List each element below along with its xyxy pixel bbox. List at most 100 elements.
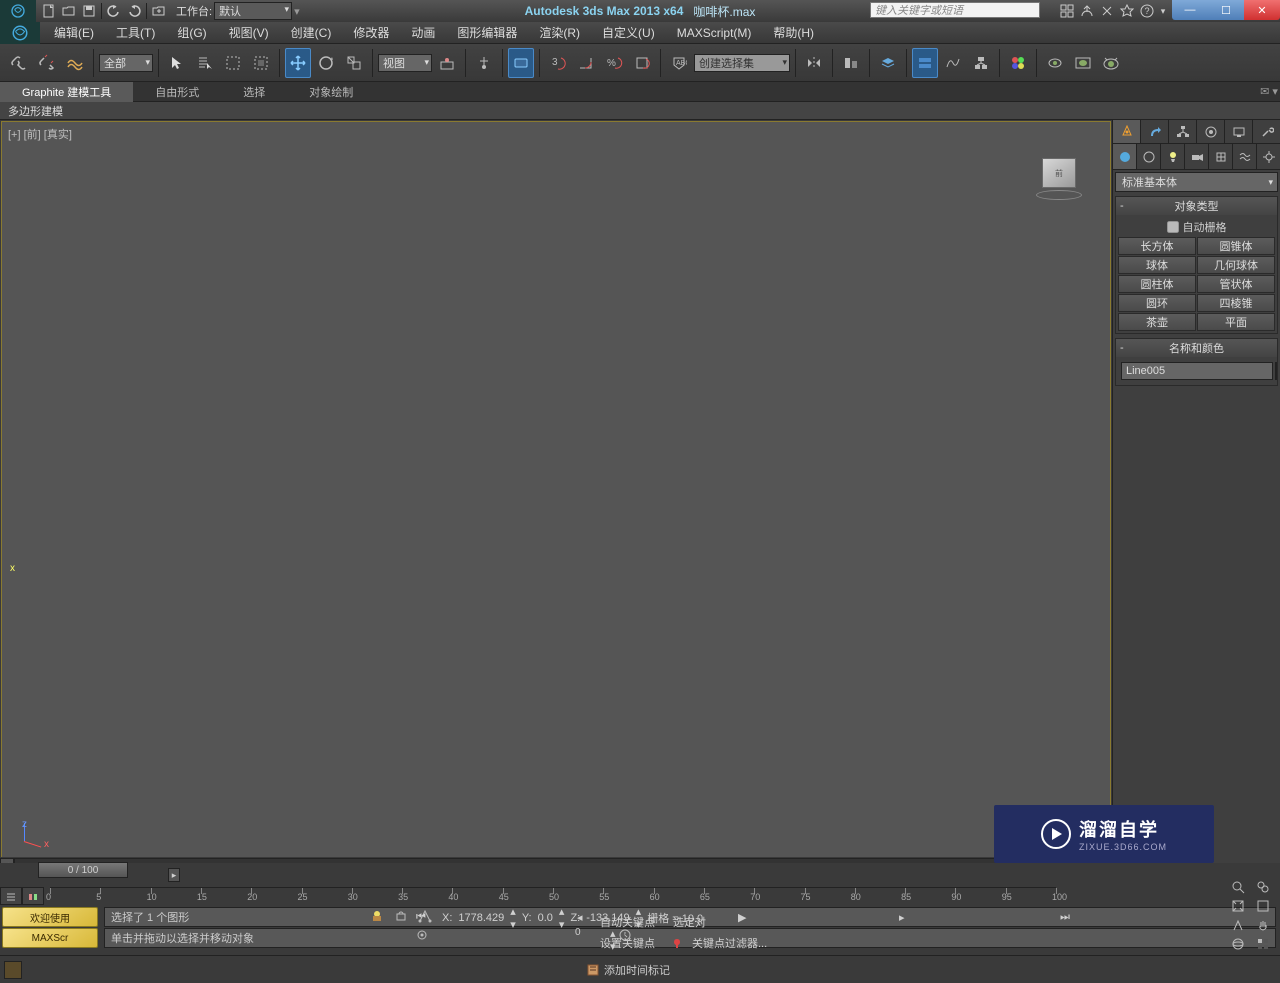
tab-motion-icon[interactable] — [1197, 120, 1225, 143]
workspace-drop-icon[interactable]: ▾ — [294, 5, 308, 18]
max-viewport-icon[interactable] — [1254, 935, 1280, 953]
workspace-select[interactable]: 默认 — [214, 2, 292, 20]
trackbar-keys-icon[interactable] — [22, 887, 44, 905]
menu-rendering[interactable]: 渲染(R) — [529, 22, 590, 43]
menu-customize[interactable]: 自定义(U) — [592, 22, 665, 43]
menu-grapheditors[interactable]: 图形编辑器 — [447, 22, 527, 43]
render-production-icon[interactable] — [1098, 48, 1124, 78]
schematic-view-icon[interactable] — [968, 48, 994, 78]
ribbon-toggle-icon[interactable] — [912, 48, 938, 78]
help-icon[interactable]: ? — [1138, 2, 1156, 20]
spinner-snap-icon[interactable] — [629, 48, 655, 78]
menu-maxscript[interactable]: MAXScript(M) — [667, 24, 762, 42]
tab-utilities-icon[interactable] — [1253, 120, 1280, 143]
rollout-header-name[interactable]: -名称和颜色 — [1116, 339, 1277, 357]
menu-group[interactable]: 组(G) — [167, 22, 216, 43]
ribbon-tab-graphite[interactable]: Graphite 建模工具 — [0, 82, 133, 102]
status-welcome[interactable]: 欢迎使用 — [2, 907, 98, 927]
viewcube-face[interactable]: 前 — [1042, 158, 1076, 188]
btn-geosphere[interactable]: 几何球体 — [1197, 256, 1275, 274]
material-editor-icon[interactable] — [1005, 48, 1031, 78]
viewcube[interactable]: 前 — [1036, 158, 1082, 198]
help-drop-icon[interactable]: ▾ — [1158, 2, 1168, 20]
subtab-systems-icon[interactable] — [1257, 144, 1280, 169]
menu-edit[interactable]: 编辑(E) — [44, 22, 104, 43]
subtab-cameras-icon[interactable] — [1185, 144, 1209, 169]
subtab-helpers-icon[interactable] — [1209, 144, 1233, 169]
subtab-shapes-icon[interactable] — [1137, 144, 1161, 169]
redo-icon[interactable] — [125, 2, 143, 20]
time-config-icon[interactable] — [617, 927, 777, 953]
btn-cylinder[interactable]: 圆柱体 — [1118, 275, 1196, 293]
ribbon-minimize-icon[interactable]: ✉ ▾ — [1258, 85, 1280, 98]
signin-icon[interactable] — [1078, 2, 1096, 20]
menu-create[interactable]: 创建(C) — [281, 22, 342, 43]
bind-spacewarp-icon[interactable] — [62, 48, 88, 78]
zoom-all-icon[interactable] — [1254, 878, 1280, 896]
unlink-icon[interactable] — [34, 48, 60, 78]
keymode-icon[interactable] — [414, 927, 574, 953]
project-folder-icon[interactable] — [150, 2, 168, 20]
menu-animation[interactable]: 动画 — [401, 22, 445, 43]
favorite-icon[interactable] — [1118, 2, 1136, 20]
btn-plane[interactable]: 平面 — [1197, 313, 1275, 331]
select-object-icon[interactable] — [164, 48, 190, 78]
app-menu-button[interactable] — [0, 0, 36, 22]
isolation-icon[interactable] — [394, 909, 412, 927]
geometry-category-select[interactable]: 标准基本体 — [1115, 172, 1278, 192]
subtab-lights-icon[interactable] — [1161, 144, 1185, 169]
link-icon[interactable] — [6, 48, 32, 78]
current-frame-input[interactable]: 0 — [575, 927, 609, 953]
subtab-spacewarps-icon[interactable] — [1233, 144, 1257, 169]
rollout-header-objtype[interactable]: -对象类型 — [1116, 197, 1277, 215]
btn-box[interactable]: 长方体 — [1118, 237, 1196, 255]
play-icon[interactable]: ▶ — [736, 909, 896, 926]
render-setup-icon[interactable] — [1042, 48, 1068, 78]
ribbon-panel-label[interactable]: 多边形建模 — [0, 102, 1280, 120]
minimize-button[interactable]: — — [1172, 0, 1208, 20]
time-tag-icon[interactable] — [4, 961, 22, 979]
object-color-swatch[interactable] — [1275, 362, 1277, 380]
exchange-icon[interactable] — [1098, 2, 1116, 20]
select-region-rect-icon[interactable] — [220, 48, 246, 78]
window-crossing-icon[interactable] — [248, 48, 274, 78]
menu-tools[interactable]: 工具(T) — [106, 22, 165, 43]
add-time-tag[interactable]: 添加时间标记 — [586, 962, 670, 978]
zoom-extents-all-icon[interactable] — [1254, 897, 1280, 915]
undo-icon[interactable] — [105, 2, 123, 20]
infocenter-icon[interactable] — [1058, 2, 1076, 20]
trackbar-open-mini-icon[interactable] — [0, 887, 22, 905]
btn-teapot[interactable]: 茶壶 — [1118, 313, 1196, 331]
time-slider[interactable]: 0 / 100 ▸ — [0, 863, 1280, 887]
time-ruler[interactable]: 0510152025303540455055606570758085909510… — [50, 887, 1056, 905]
btn-sphere[interactable]: 球体 — [1118, 256, 1196, 274]
select-manipulate-icon[interactable] — [471, 48, 497, 78]
mirror-icon[interactable] — [801, 48, 827, 78]
time-slider-handle[interactable]: 0 / 100 — [38, 862, 128, 878]
maximize-button[interactable]: ☐ — [1208, 0, 1244, 20]
curve-editor-icon[interactable] — [940, 48, 966, 78]
goto-start-icon[interactable]: ⏮ — [414, 909, 574, 926]
menu-views[interactable]: 视图(V) — [219, 22, 279, 43]
angle-snap-icon[interactable] — [573, 48, 599, 78]
percent-snap-icon[interactable]: % — [601, 48, 627, 78]
ribbon-tab-selection[interactable]: 选择 — [221, 82, 287, 102]
named-selection-icon[interactable]: ABC — [666, 48, 692, 78]
tab-display-icon[interactable] — [1225, 120, 1253, 143]
app-logo[interactable] — [0, 22, 40, 44]
btn-tube[interactable]: 管状体 — [1197, 275, 1275, 293]
viewcube-ring[interactable] — [1036, 190, 1082, 200]
prev-frame-icon[interactable]: ◂ — [575, 909, 735, 926]
open-icon[interactable] — [60, 2, 78, 20]
snap-3d-icon[interactable]: 3 — [545, 48, 571, 78]
tab-hierarchy-icon[interactable] — [1169, 120, 1197, 143]
render-frame-icon[interactable] — [1070, 48, 1096, 78]
named-selection-select[interactable]: 创建选择集 — [694, 54, 790, 72]
layer-manager-icon[interactable] — [875, 48, 901, 78]
subtab-geometry-icon[interactable] — [1113, 144, 1137, 169]
object-name-input[interactable] — [1121, 362, 1273, 380]
time-slider-rbracket[interactable]: ▸ — [168, 868, 180, 882]
selection-filter-select[interactable]: 全部 — [99, 54, 153, 72]
tab-create-icon[interactable] — [1113, 120, 1141, 143]
new-icon[interactable] — [40, 2, 58, 20]
